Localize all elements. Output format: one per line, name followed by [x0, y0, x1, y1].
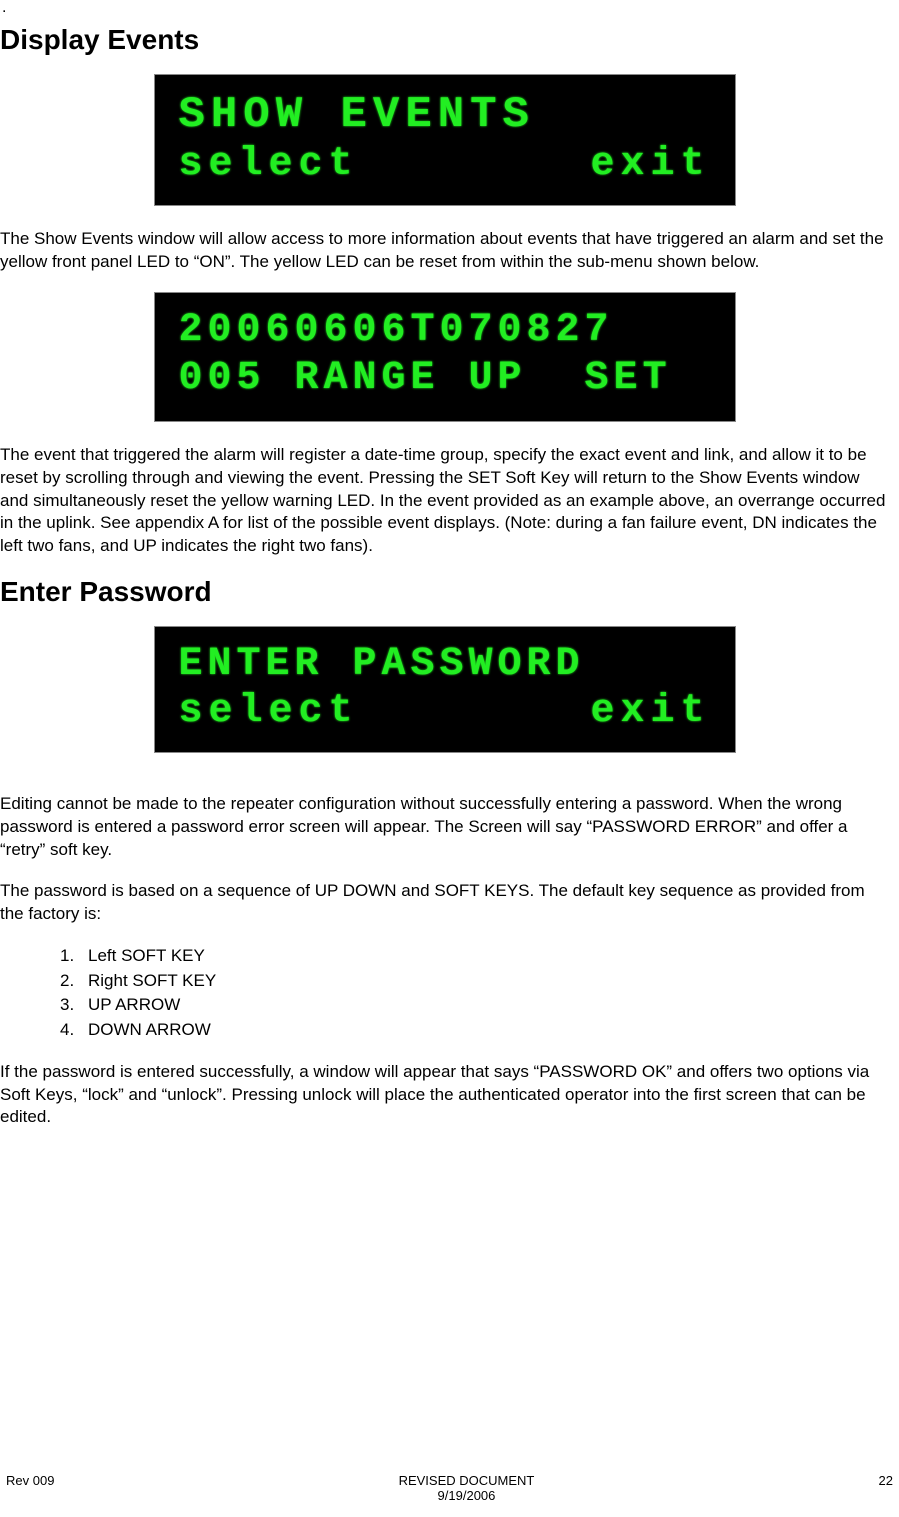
- footer-rev: Rev 009: [6, 1473, 54, 1503]
- paragraph-show-events-intro: The Show Events window will allow access…: [0, 228, 889, 274]
- list-item: 3.UP ARROW: [60, 993, 889, 1018]
- lcd-enter-password: ENTER PASSWORD select exit: [0, 626, 889, 753]
- list-item: 2.Right SOFT KEY: [60, 969, 889, 994]
- paragraph-password-intro: Editing cannot be made to the repeater c…: [0, 793, 889, 862]
- paragraph-password-ok: If the password is entered successfully,…: [0, 1061, 889, 1130]
- lcd-softkey-left: select: [179, 142, 359, 187]
- footer-center: REVISED DOCUMENT 9/19/2006: [399, 1473, 535, 1503]
- heading-display-events: Display Events: [0, 24, 889, 56]
- paragraph-password-sequence-intro: The password is based on a sequence of U…: [0, 880, 889, 926]
- footer-doc-label: REVISED DOCUMENT: [399, 1473, 535, 1488]
- paragraph-event-detail: The event that triggered the alarm will …: [0, 444, 889, 559]
- heading-enter-password: Enter Password: [0, 576, 889, 608]
- lcd-softkey-left: select: [179, 689, 359, 734]
- lcd-screen: 20060606T070827 005 RANGE UP SET: [154, 292, 736, 422]
- list-item: 4.DOWN ARROW: [60, 1018, 889, 1043]
- top-marker: .: [0, 0, 889, 16]
- lcd-softkey-right: exit: [590, 142, 710, 187]
- lcd-show-events: SHOW EVENTS select exit: [0, 74, 889, 206]
- password-sequence-list: 1.Left SOFT KEY 2.Right SOFT KEY 3.UP AR…: [0, 944, 889, 1043]
- lcd-row-2: select exit: [179, 689, 711, 734]
- lcd-line-2: 005 RANGE UP SET: [179, 355, 711, 403]
- lcd-screen: ENTER PASSWORD select exit: [154, 626, 736, 753]
- lcd-line-1: SHOW EVENTS: [179, 89, 711, 142]
- lcd-screen: SHOW EVENTS select exit: [154, 74, 736, 206]
- page-footer: Rev 009 REVISED DOCUMENT 9/19/2006 22: [0, 1473, 899, 1503]
- list-item: 1.Left SOFT KEY: [60, 944, 889, 969]
- lcd-softkey-right: exit: [590, 689, 710, 734]
- footer-date: 9/19/2006: [399, 1488, 535, 1503]
- lcd-line-1: ENTER PASSWORD: [179, 641, 711, 689]
- document-page: . Display Events SHOW EVENTS select exit…: [0, 0, 899, 1517]
- lcd-line-1: 20060606T070827: [179, 307, 711, 355]
- lcd-row-2: select exit: [179, 142, 711, 187]
- lcd-event-detail: 20060606T070827 005 RANGE UP SET: [0, 292, 889, 422]
- footer-page-number: 22: [879, 1473, 893, 1503]
